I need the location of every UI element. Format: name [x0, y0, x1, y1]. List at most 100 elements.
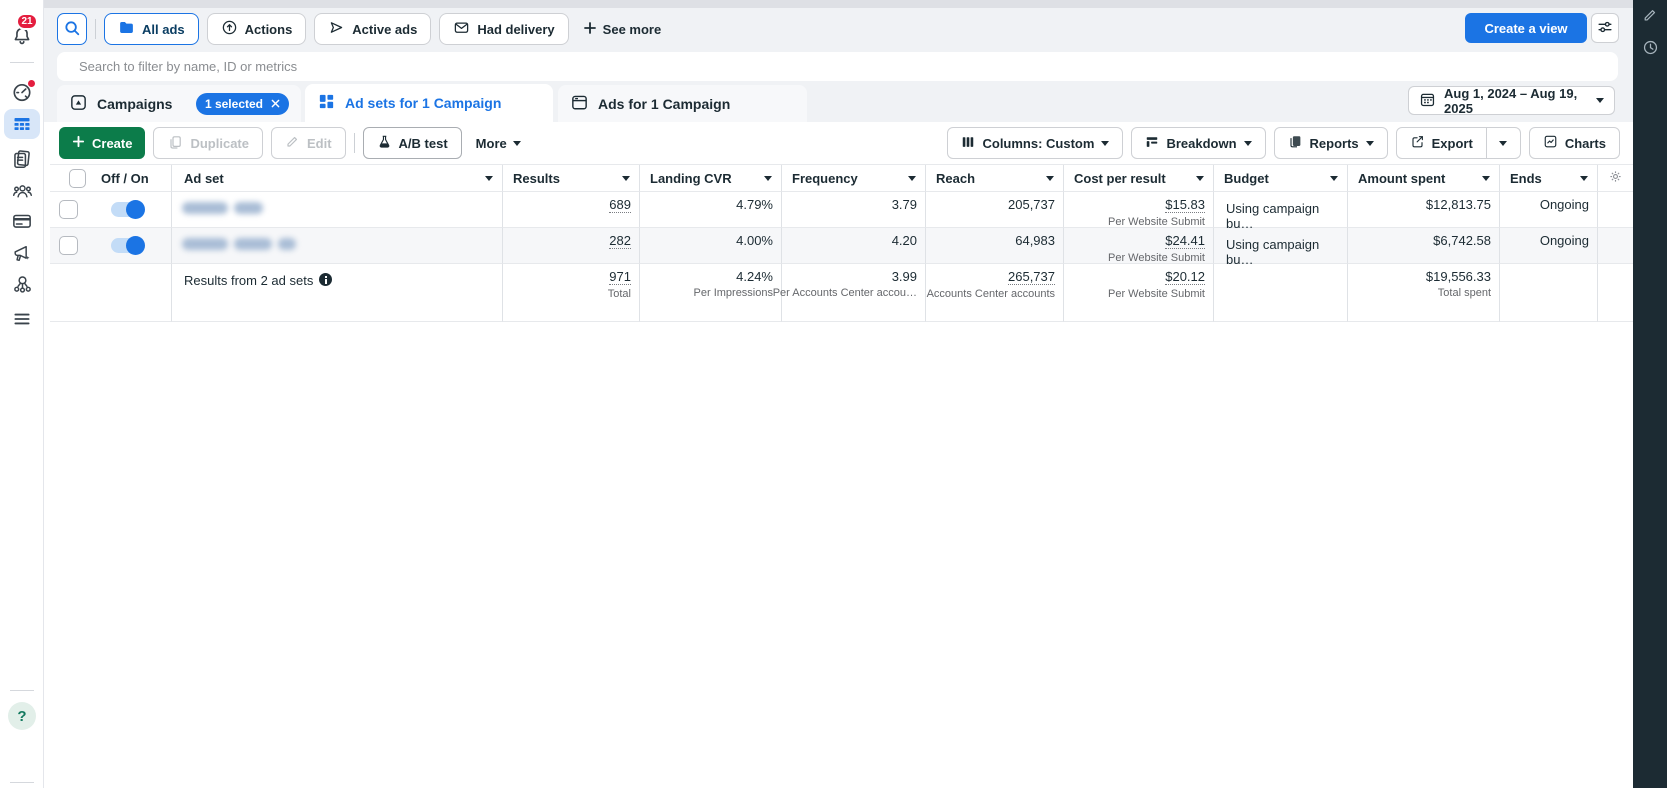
col-header-amount-spent[interactable]: Amount spent	[1348, 165, 1500, 192]
ads-manager-screen: 21	[0, 0, 1667, 788]
ab-test-label: A/B test	[399, 136, 448, 151]
row1-budget-value: Using campaign bu…	[1226, 201, 1339, 231]
row2-amount-spent-cell: $6,742.58	[1348, 228, 1500, 264]
tab-ads[interactable]: Ads for 1 Campaign	[558, 85, 807, 122]
summary-frequency-value: 3.99	[892, 269, 917, 284]
export-icon	[1410, 134, 1425, 152]
breakdown-label: Breakdown	[1166, 136, 1236, 151]
row1-landing-cvr-cell: 4.79%	[640, 192, 782, 228]
sidebar-item-all-tools[interactable]	[0, 305, 44, 333]
edit-button[interactable]: Edit	[271, 127, 346, 159]
reports-icon	[1288, 134, 1303, 152]
sidebar-item-billing[interactable]	[0, 207, 44, 235]
summary-reach-value[interactable]: 265,737	[1008, 269, 1055, 285]
search-input[interactable]	[57, 52, 1618, 81]
create-a-view-button[interactable]: Create a view	[1465, 13, 1587, 43]
sidebar-item-campaigns-active[interactable]	[0, 110, 44, 138]
tab-ad-sets[interactable]: Ad sets for 1 Campaign	[305, 84, 553, 122]
duplicate-button[interactable]: Duplicate	[153, 127, 263, 159]
right-rail	[1633, 0, 1667, 788]
col-header-ad-set[interactable]: Ad set	[172, 165, 503, 192]
reports-button[interactable]: Reports	[1274, 127, 1388, 159]
search-button[interactable]	[57, 13, 87, 45]
sidebar-item-business-assets[interactable]	[0, 270, 44, 298]
column-settings-button[interactable]	[1598, 165, 1633, 192]
sidebar-item-ads-reporting[interactable]	[0, 145, 44, 173]
summary-results-value[interactable]: 971	[609, 269, 631, 285]
col-header-reach[interactable]: Reach	[926, 165, 1064, 192]
create-button[interactable]: Create	[59, 127, 145, 159]
row2-reach-cell: 64,983	[926, 228, 1064, 264]
row2-cost-cell: $24.41 Per Website Submit	[1064, 228, 1214, 264]
row1-cost-value[interactable]: $15.83	[1165, 197, 1205, 213]
export-caret-button[interactable]	[1487, 127, 1521, 159]
row2-status-toggle[interactable]	[111, 238, 144, 253]
col-header-ends[interactable]: Ends	[1500, 165, 1598, 192]
col-header-frequency[interactable]: Frequency	[782, 165, 926, 192]
content-area: Create Duplicate E	[44, 122, 1633, 788]
summary-frequency-sub-label: Per Accounts Center accou…	[773, 287, 917, 299]
tab-campaigns[interactable]: Campaigns 1 selected	[57, 85, 301, 122]
more-button[interactable]: More	[470, 136, 527, 151]
pencil-icon	[285, 134, 300, 152]
row2-ad-set-name[interactable]	[172, 228, 503, 264]
row1-amount-spent-cell: $12,813.75	[1348, 192, 1500, 228]
charts-button[interactable]: Charts	[1529, 127, 1620, 159]
col-header-landing-cvr[interactable]: Landing CVR	[640, 165, 782, 192]
date-caret-icon	[1596, 98, 1604, 103]
send-icon	[328, 19, 345, 39]
col-header-cost-per-result[interactable]: Cost per result	[1064, 165, 1214, 192]
hub-nodes-icon	[11, 273, 34, 296]
see-more-button[interactable]: See more	[577, 21, 668, 38]
results-sort-caret-icon	[622, 176, 630, 181]
more-label: More	[476, 136, 507, 151]
row2-checkbox[interactable]	[59, 236, 78, 255]
filter-all-ads[interactable]: All ads	[104, 13, 199, 45]
row2-results-value[interactable]: 282	[609, 233, 631, 249]
row2-toggle-cell	[95, 228, 172, 264]
reach-sort-caret-icon	[1046, 176, 1054, 181]
help-button[interactable]: ?	[8, 702, 36, 730]
select-all-checkbox[interactable]	[69, 169, 86, 188]
toolbar-divider	[95, 19, 96, 39]
edit-pencil-icon[interactable]	[1641, 6, 1659, 24]
actionbar-divider	[354, 133, 355, 153]
clear-selection-icon[interactable]	[271, 97, 280, 111]
row1-gear-cell	[1598, 192, 1633, 228]
row1-ad-set-name[interactable]	[172, 192, 503, 228]
row2-budget-cell: Using campaign bu…	[1214, 228, 1348, 264]
sidebar-divider-bottom	[10, 690, 34, 691]
view-settings-button[interactable]	[1591, 13, 1619, 43]
row1-status-toggle[interactable]	[111, 202, 144, 217]
col-header-budget[interactable]: Budget	[1214, 165, 1348, 192]
filter-actions[interactable]: Actions	[207, 13, 307, 45]
info-icon[interactable]	[319, 273, 332, 286]
summary-cost-value[interactable]: $20.12	[1165, 269, 1205, 285]
columns-label: Columns: Custom	[982, 136, 1094, 151]
row1-checkbox[interactable]	[59, 200, 78, 219]
date-range-picker[interactable]: Aug 1, 2024 – Aug 19, 2025	[1408, 86, 1615, 115]
row2-amount-spent-value: $6,742.58	[1433, 233, 1491, 248]
row1-results-value[interactable]: 689	[609, 197, 631, 213]
col-header-results[interactable]: Results	[503, 165, 640, 192]
charts-label: Charts	[1565, 136, 1606, 151]
summary-amount-spent-cell: $19,556.33 Total spent	[1348, 264, 1500, 322]
filter-active-ads[interactable]: Active ads	[314, 13, 431, 45]
duplicate-icon	[167, 134, 183, 153]
filter-had-delivery[interactable]: Had delivery	[439, 13, 568, 45]
breakdown-button[interactable]: Breakdown	[1131, 127, 1265, 159]
sidebar-item-account-overview[interactable]	[0, 78, 44, 106]
sidebar-item-audiences[interactable]	[0, 177, 44, 205]
landing-cvr-sort-caret-icon	[764, 176, 772, 181]
row2-cost-value[interactable]: $24.41	[1165, 233, 1205, 249]
sidebar-item-advertising[interactable]	[0, 239, 44, 267]
clock-history-icon[interactable]	[1641, 38, 1659, 56]
ad-set-sort-caret-icon	[485, 176, 493, 181]
row1-reach-cell: 205,737	[926, 192, 1064, 228]
row2-frequency-cell: 4.20	[782, 228, 926, 264]
columns-button[interactable]: Columns: Custom	[947, 127, 1123, 159]
export-button[interactable]: Export	[1396, 127, 1487, 159]
ab-test-button[interactable]: A/B test	[363, 127, 462, 159]
selected-filter-pill[interactable]: 1 selected	[196, 93, 289, 115]
date-range-label: Aug 1, 2024 – Aug 19, 2025	[1444, 86, 1588, 116]
